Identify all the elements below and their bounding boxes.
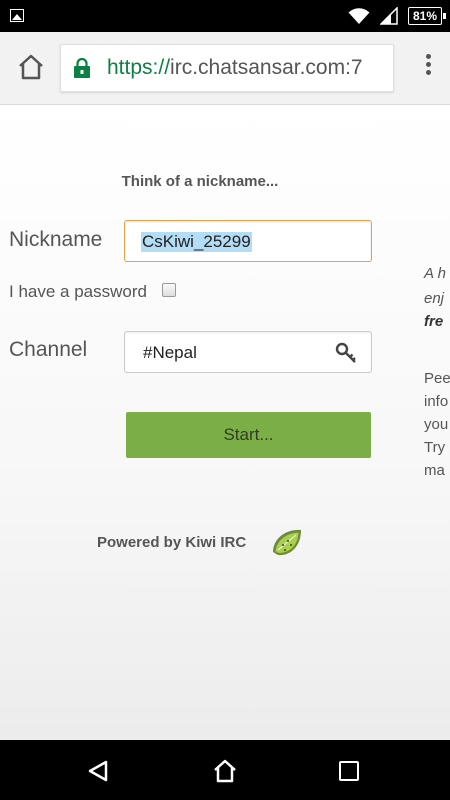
side-info-text: fre bbox=[424, 313, 444, 330]
page-heading: Think of a nickname... bbox=[121, 173, 279, 190]
recent-apps-icon[interactable] bbox=[339, 761, 359, 781]
channel-label: Channel bbox=[9, 338, 88, 361]
home-circle-icon[interactable] bbox=[212, 758, 238, 784]
nickname-input[interactable]: CsKiwi_25299 bbox=[124, 220, 372, 262]
powered-by-text: Powered by Kiwi IRC bbox=[97, 534, 247, 551]
side-info-text: Try bbox=[424, 439, 446, 456]
password-checkbox[interactable] bbox=[162, 283, 176, 297]
navigation-bar bbox=[0, 740, 450, 800]
side-info-text: you bbox=[424, 416, 449, 433]
password-label: I have a password bbox=[9, 282, 147, 301]
side-info-text: ma bbox=[424, 462, 445, 479]
nickname-value: CsKiwi_25299 bbox=[141, 232, 252, 252]
side-info-text: Pee bbox=[424, 370, 450, 387]
nickname-label: Nickname bbox=[9, 228, 103, 251]
gallery-notification-icon bbox=[10, 9, 24, 22]
home-icon[interactable] bbox=[16, 52, 46, 82]
wifi-icon bbox=[348, 7, 370, 25]
battery-level: 81% bbox=[412, 9, 438, 23]
back-icon[interactable] bbox=[86, 759, 110, 783]
key-icon[interactable] bbox=[335, 342, 357, 364]
start-button[interactable]: Start... bbox=[126, 412, 371, 458]
url-host: irc.chatsansar.com:7 bbox=[170, 56, 363, 79]
more-vert-icon[interactable] bbox=[426, 54, 432, 82]
url-scheme: https:// bbox=[107, 56, 171, 79]
channel-value: #Nepal bbox=[143, 343, 197, 362]
kiwi-logo-icon bbox=[270, 526, 304, 558]
side-info-text: info bbox=[424, 393, 449, 410]
kiwi-login-page: Think of a nickname... Nickname CsKiwi_2… bbox=[0, 105, 450, 740]
browser-toolbar: https://irc.chatsansar.com:7 bbox=[0, 32, 450, 105]
lock-icon bbox=[73, 57, 91, 78]
battery-indicator: 81% bbox=[408, 7, 446, 25]
url-text: https://irc.chatsansar.com:7 bbox=[107, 56, 363, 80]
status-icons: 81% bbox=[348, 0, 446, 32]
side-info-text: enj bbox=[424, 290, 445, 307]
channel-input[interactable]: #Nepal bbox=[124, 331, 372, 373]
signal-icon bbox=[380, 7, 398, 25]
side-info-text: A h bbox=[424, 265, 446, 282]
status-bar: 81% bbox=[0, 0, 450, 32]
url-bar[interactable]: https://irc.chatsansar.com:7 bbox=[60, 44, 394, 92]
